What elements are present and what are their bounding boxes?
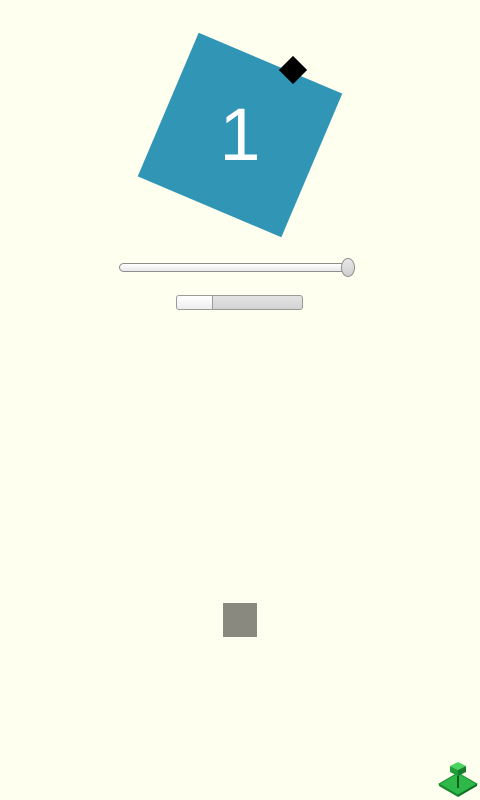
isometric-blocks-icon[interactable]	[438, 759, 478, 797]
progress-bar	[176, 295, 303, 310]
horizontal-slider[interactable]	[119, 258, 361, 277]
progress-fill	[177, 296, 213, 309]
gray-square[interactable]	[223, 603, 257, 637]
slider-thumb[interactable]	[341, 258, 355, 277]
rotated-card[interactable]: 1	[137, 32, 343, 238]
slider-track[interactable]	[119, 263, 355, 272]
